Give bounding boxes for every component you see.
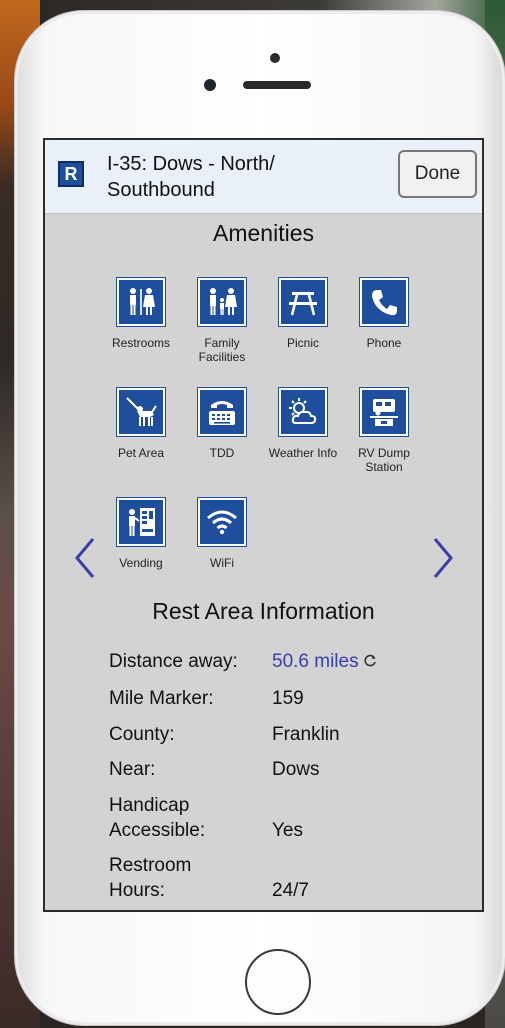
near-value: Dows xyxy=(272,759,320,780)
amenity-tdd[interactable]: TDD xyxy=(182,387,262,460)
county-value: Franklin xyxy=(272,724,340,745)
phone-icon xyxy=(359,277,409,327)
rv-dump-icon xyxy=(359,387,409,437)
weather-icon xyxy=(278,387,328,437)
distance-label: Distance away: xyxy=(109,651,238,672)
amenities-heading: Amenities xyxy=(213,220,314,246)
distance-value[interactable]: 50.6 miles xyxy=(272,650,377,674)
amenity-label: Pet Area xyxy=(117,446,165,460)
amenity-label: TDD xyxy=(209,446,235,460)
county-label: County: xyxy=(109,724,175,745)
rest-area-info-heading: Rest Area Information xyxy=(152,598,375,624)
amenity-label: Restrooms xyxy=(111,336,170,350)
restroom-hours-label-line2: Hours: xyxy=(109,880,165,901)
amenity-label: RV Dump Station xyxy=(358,446,410,474)
rest-area-logo-icon: R xyxy=(58,161,84,187)
wifi-icon xyxy=(197,497,247,547)
amenity-label: Phone xyxy=(366,336,402,350)
app-screen: R I-35: Dows - North/ Southbound Done Am… xyxy=(43,138,484,912)
amenity-wifi[interactable]: WiFi xyxy=(182,497,262,570)
earpiece-speaker xyxy=(243,81,311,89)
refresh-icon[interactable] xyxy=(363,654,377,668)
amenity-rv-dump-station[interactable]: RV Dump Station xyxy=(344,387,424,474)
amenity-phone[interactable]: Phone xyxy=(344,277,424,350)
amenity-weather-info[interactable]: Weather Info xyxy=(263,387,343,460)
amenity-vending[interactable]: Vending xyxy=(101,497,181,570)
restrooms-icon xyxy=(116,277,166,327)
amenity-label: Family Facilities xyxy=(198,336,246,364)
amenity-restrooms[interactable]: Restrooms xyxy=(101,277,181,350)
previous-arrow-icon[interactable] xyxy=(73,536,97,580)
amenity-pet-area[interactable]: Pet Area xyxy=(101,387,181,460)
pet-area-icon xyxy=(116,387,166,437)
restroom-hours-label-line1: Restroom xyxy=(109,855,192,876)
done-button[interactable]: Done xyxy=(398,150,477,198)
amenity-label: Picnic xyxy=(286,336,319,350)
mile-marker-value: 159 xyxy=(272,688,304,709)
handicap-label-line1: Handicap xyxy=(109,795,190,816)
amenity-family-facilities[interactable]: Family Facilities xyxy=(182,277,262,364)
home-button[interactable] xyxy=(245,949,311,1015)
amenity-label: WiFi xyxy=(210,556,234,570)
header-bar: R I-35: Dows - North/ Southbound Done xyxy=(45,140,482,214)
restroom-hours-value: 24/7 xyxy=(272,880,309,901)
distance-value-text: 50.6 miles xyxy=(272,651,359,672)
next-arrow-icon[interactable] xyxy=(431,536,455,580)
near-label: Near: xyxy=(109,759,156,780)
picnic-table-icon xyxy=(278,277,328,327)
page-title: I-35: Dows - North/ Southbound xyxy=(107,153,275,201)
amenity-label: Weather Info xyxy=(268,446,338,460)
proximity-sensor xyxy=(204,79,216,91)
front-camera xyxy=(270,53,280,63)
mile-marker-label: Mile Marker: xyxy=(109,688,214,709)
handicap-value: Yes xyxy=(272,820,303,841)
family-facilities-icon xyxy=(197,277,247,327)
tdd-icon xyxy=(197,387,247,437)
vending-icon xyxy=(116,497,166,547)
amenity-label: Vending xyxy=(119,556,163,570)
handicap-label-line2: Accessible: xyxy=(109,820,206,841)
amenity-picnic[interactable]: Picnic xyxy=(263,277,343,350)
